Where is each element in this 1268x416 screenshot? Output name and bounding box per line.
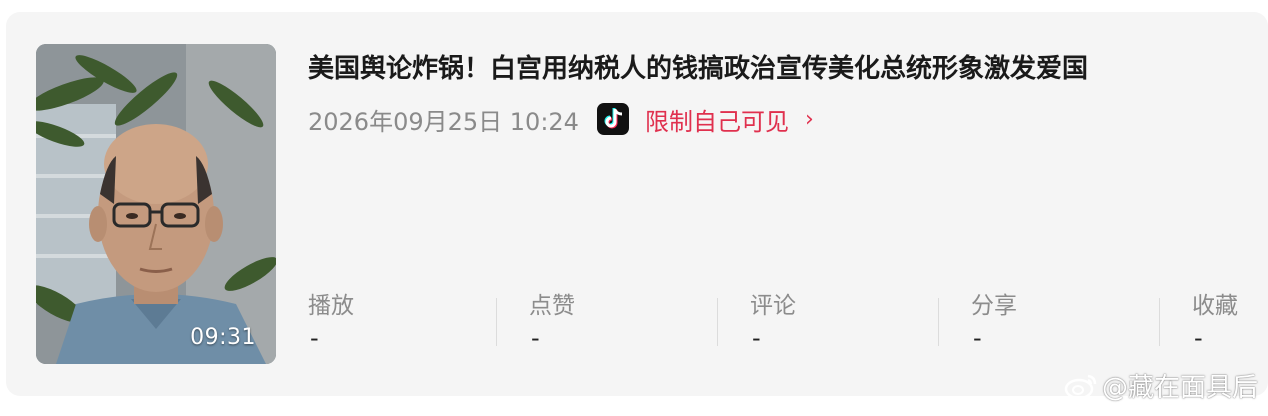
stat-divider [938, 298, 939, 346]
stat-divider [1159, 298, 1160, 346]
stat-value: - [310, 324, 319, 352]
stat-label: 点赞 [529, 293, 575, 319]
video-thumbnail[interactable]: 09:31 [36, 44, 276, 364]
stat-label: 收藏 [1192, 293, 1238, 319]
stat-divider [496, 298, 497, 346]
visibility-setting[interactable]: 限制自己可见 [645, 102, 789, 137]
video-title[interactable]: 美国舆论炸锅！白宫用纳税人的钱搞政治宣传美化总统形象激发爱国 [308, 48, 1088, 85]
stat-label: 评论 [750, 293, 796, 319]
video-duration: 09:31 [190, 325, 256, 350]
stat-divider [717, 298, 718, 346]
weibo-watermark: @藏在面具后 [1064, 367, 1258, 404]
thumbnail-image [36, 44, 276, 364]
weibo-icon [1064, 374, 1097, 399]
stat-value: - [973, 324, 982, 352]
stats-row: 播放 - 点赞 - 评论 - 分享 - 收藏 - [308, 286, 1252, 356]
tiktok-icon [596, 103, 629, 135]
stat-comments: 评论 - [750, 286, 950, 356]
stat-label: 播放 [308, 293, 354, 319]
publish-date: 2026年09月25日 10:24 [308, 107, 579, 136]
watermark-text: @藏在面具后 [1101, 373, 1258, 403]
stat-value: - [752, 324, 761, 352]
stat-value: - [1194, 324, 1203, 352]
chevron-right-icon[interactable]: › [805, 107, 814, 132]
stat-label: 分享 [971, 293, 1017, 319]
stat-favorites: 收藏 - [1192, 286, 1252, 356]
stat-shares: 分享 - [971, 286, 1171, 356]
stat-plays: 播放 - [308, 286, 508, 356]
stat-value: - [531, 324, 540, 352]
stat-likes: 点赞 - [529, 286, 729, 356]
video-meta-row: 2026年09月25日 10:24 限制自己可见 › [308, 102, 814, 136]
